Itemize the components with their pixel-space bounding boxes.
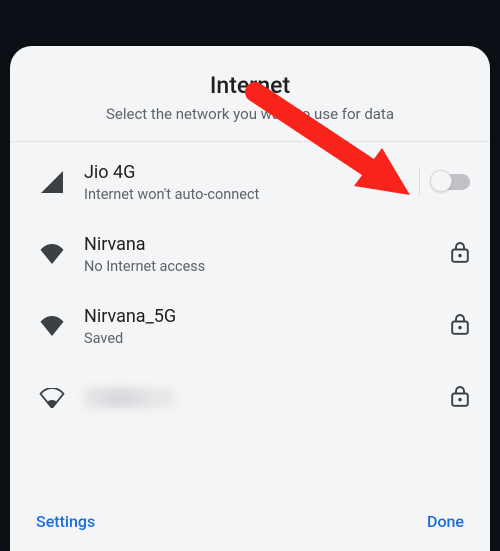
lock-icon [450, 385, 470, 411]
signal-cellular-icon [28, 171, 76, 193]
lock-icon [450, 241, 470, 267]
wifi-full-icon [28, 244, 76, 264]
network-row-nirvana[interactable]: Nirvana No Internet access [10, 218, 490, 290]
done-button[interactable]: Done [427, 512, 464, 531]
network-row-nirvana-5g[interactable]: Nirvana_5G Saved [10, 290, 490, 362]
mobile-data-toggle[interactable] [432, 174, 470, 190]
wifi-full-icon [28, 316, 76, 336]
page-title: Internet [34, 72, 466, 99]
network-name-redacted [84, 388, 174, 408]
network-status: Saved [84, 330, 450, 347]
lock-icon [450, 313, 470, 339]
page-subtitle: Select the network you want to use for d… [34, 105, 466, 123]
network-status: Internet won't auto-connect [84, 186, 419, 203]
network-name: Nirvana [84, 233, 450, 256]
wifi-weak-icon [28, 388, 76, 408]
settings-button[interactable]: Settings [36, 512, 95, 531]
divider-vertical [419, 168, 420, 196]
network-status: No Internet access [84, 258, 450, 275]
network-name: Jio 4G [84, 161, 419, 184]
sheet-footer: Settings Done [10, 496, 490, 551]
network-name: Nirvana_5G [84, 305, 450, 328]
network-row-jio-4g[interactable]: Jio 4G Internet won't auto-connect [10, 146, 490, 218]
sheet-header: Internet Select the network you want to … [10, 46, 490, 141]
network-list: Jio 4G Internet won't auto-connect Nirva… [10, 142, 490, 496]
internet-sheet: Internet Select the network you want to … [10, 46, 490, 551]
network-row-redacted[interactable] [10, 362, 490, 434]
